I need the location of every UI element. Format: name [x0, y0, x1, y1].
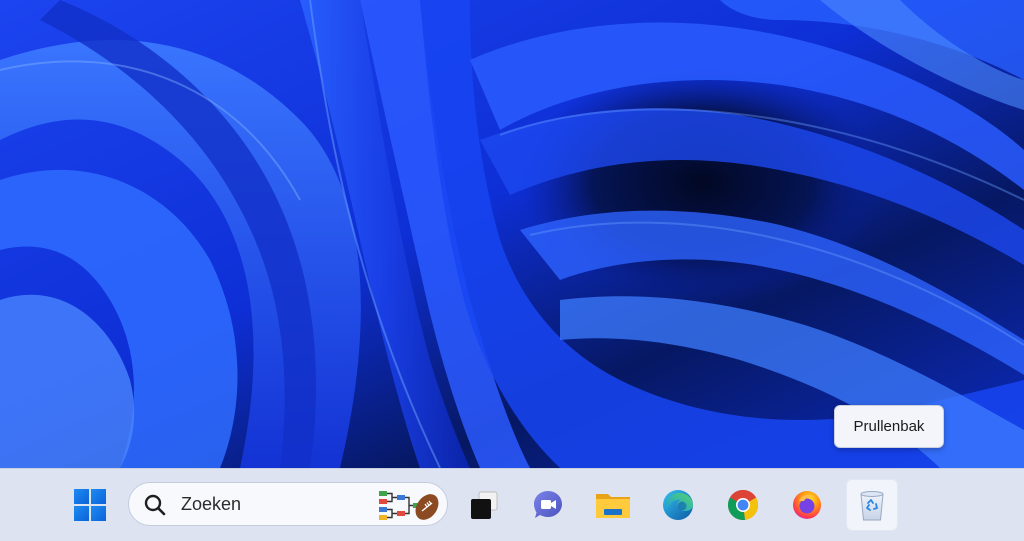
taskbar-search-box[interactable]: Zoeken: [128, 482, 448, 526]
task-view-icon: [471, 491, 498, 519]
folder-icon: [596, 494, 630, 518]
recycle-bin-tooltip: Prullenbak: [834, 405, 944, 448]
recycle-bin-icon: [860, 491, 884, 521]
desktop-wallpaper: [0, 0, 1024, 468]
video-chat-button[interactable]: [522, 479, 574, 531]
desktop: Prullenbak Zoeken: [0, 0, 1024, 541]
firefox-icon: [793, 491, 821, 519]
chrome-button[interactable]: [717, 479, 769, 531]
edge-button[interactable]: [652, 479, 704, 531]
windows-logo-icon: [74, 489, 106, 521]
edge-icon: [663, 490, 693, 520]
recycle-bin-button[interactable]: [846, 479, 898, 531]
firefox-button[interactable]: [781, 479, 833, 531]
search-placeholder: Zoeken: [181, 494, 242, 514]
search-icon: [144, 494, 166, 516]
video-chat-icon: [534, 491, 562, 518]
start-button[interactable]: [64, 479, 116, 531]
file-explorer-button[interactable]: [587, 479, 639, 531]
taskbar: Zoeken: [0, 468, 1024, 541]
chrome-icon: [727, 489, 759, 521]
search-highlight-football-bracket-icon[interactable]: [377, 487, 439, 523]
task-view-button[interactable]: [458, 479, 510, 531]
